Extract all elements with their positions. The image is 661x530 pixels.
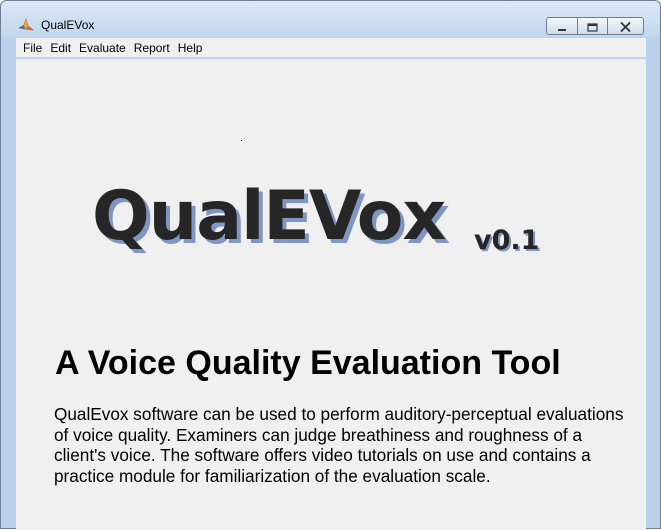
menu-help[interactable]: Help: [178, 40, 203, 56]
close-icon: [620, 17, 631, 36]
window-title: QualEVox: [41, 18, 95, 32]
menu-evaluate[interactable]: Evaluate: [79, 40, 126, 56]
app-logo: QualEVox QualEVox v0.1 v0.1: [92, 177, 572, 277]
menu-bar: File Edit Evaluate Report Help: [16, 38, 646, 58]
version-label: v0.1: [474, 225, 540, 256]
stray-dot: [241, 140, 242, 141]
title-bar[interactable]: QualEVox: [1, 1, 660, 37]
app-window: QualEVox File Edit Evaluate Report Help …: [0, 0, 661, 530]
matlab-icon[interactable]: [18, 17, 35, 33]
menu-report[interactable]: Report: [134, 40, 170, 56]
menu-edit[interactable]: Edit: [50, 40, 71, 56]
maximize-icon: [587, 17, 598, 36]
maximize-button[interactable]: [578, 17, 608, 35]
main-panel: QualEVox QualEVox v0.1 v0.1 A Voice Qual…: [16, 59, 646, 530]
menu-file[interactable]: File: [23, 40, 42, 56]
minimize-button[interactable]: [546, 17, 578, 35]
description-text: QualEvox software can be used to perform…: [54, 404, 624, 486]
close-button[interactable]: [608, 17, 644, 35]
logo-text: QualEVox: [92, 177, 446, 256]
page-title: A Voice Quality Evaluation Tool: [55, 344, 561, 382]
minimize-icon: [557, 17, 567, 36]
